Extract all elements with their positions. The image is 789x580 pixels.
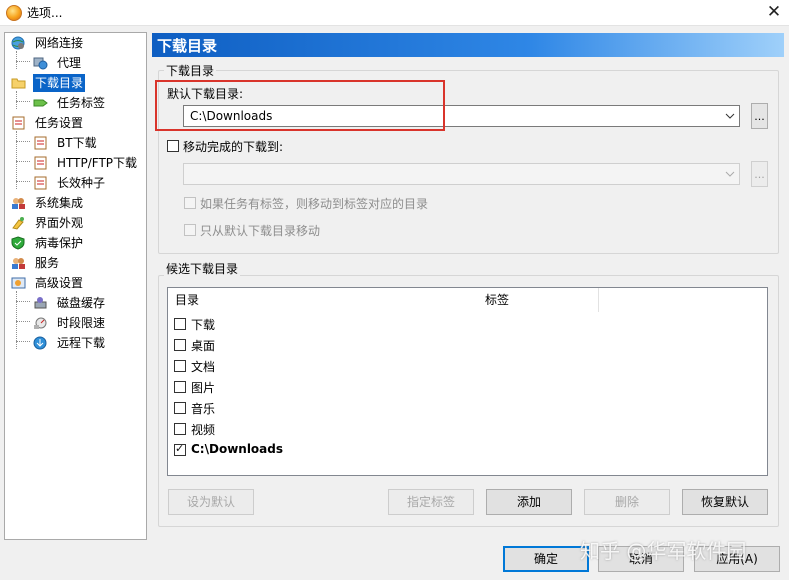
column-header-directory[interactable]: 目录 [168, 288, 480, 312]
row-name: C:\Downloads [191, 442, 284, 456]
remote-download-icon [33, 336, 48, 350]
speed-limit-icon [33, 316, 48, 330]
proxy-globe-icon [33, 56, 48, 70]
row-checkbox[interactable] [174, 402, 186, 414]
move-dir-combo[interactable] [183, 163, 740, 185]
sidebar-item-label: 下载目录 [33, 74, 86, 92]
column-header-tag[interactable]: 标签 [479, 288, 599, 312]
restore-default-button[interactable]: 恢复默认 [682, 489, 768, 515]
sidebar-item-label: 代理 [57, 56, 82, 70]
app-logo-icon [6, 5, 22, 21]
sidebar-item-label: 系统集成 [35, 196, 84, 210]
sidebar-item-label: 长效种子 [57, 176, 106, 190]
set-default-button[interactable]: 设为默认 [168, 489, 254, 515]
browse-move-dir-button[interactable]: ... [751, 161, 768, 187]
close-button[interactable]: ✕ [762, 1, 786, 23]
sidebar-item-label: 服务 [35, 256, 60, 270]
row-checkbox[interactable] [174, 339, 186, 351]
globe-network-icon [11, 36, 26, 50]
row-checkbox[interactable] [174, 423, 186, 435]
users-icon [11, 256, 26, 270]
watermark-text: 知乎 @华军软件园 [580, 539, 747, 563]
sidebar-item-label: 界面外观 [35, 216, 84, 230]
clipboard-icon [33, 156, 48, 170]
delete-button[interactable]: 删除 [584, 489, 670, 515]
default-only-label: 只从默认下载目录移动 [200, 224, 321, 238]
folder-icon [11, 76, 26, 90]
default-only-checkbox[interactable] [184, 224, 196, 236]
row-checkbox[interactable] [174, 360, 186, 372]
move-by-tag-label: 如果任务有标签，则移动到标签对应的目录 [200, 197, 429, 211]
row-name: 文档 [191, 360, 216, 374]
settings-tree[interactable]: 网络连接 代理 下载目录 任务标签 任务设置 BT下载 HTTP/FTP下载 长… [4, 32, 147, 540]
sidebar-item-label: BT下载 [57, 136, 97, 150]
clipboard-icon [33, 176, 48, 190]
window-title: 选项... [27, 6, 63, 20]
ok-button[interactable]: 确定 [503, 546, 589, 572]
add-button[interactable]: 添加 [486, 489, 572, 515]
title-bar: 选项... ✕ [0, 0, 789, 26]
row-name: 视频 [191, 423, 216, 437]
sidebar-item-label: 任务设置 [35, 116, 84, 130]
row-checkbox[interactable] [174, 442, 186, 456]
row-name: 图片 [191, 381, 216, 395]
row-name: 桌面 [191, 339, 216, 353]
move-by-tag-checkbox[interactable] [184, 197, 196, 209]
row-name: 下载 [191, 318, 216, 332]
clipboard-icon [33, 136, 48, 150]
users-icon [11, 196, 26, 210]
move-completed-checkbox[interactable] [167, 140, 179, 152]
advanced-settings-icon [11, 276, 26, 290]
sidebar-item-label: 磁盘缓存 [57, 296, 106, 310]
sidebar-item-label: 远程下载 [57, 336, 106, 350]
page-header: 下载目录 [152, 33, 784, 57]
chevron-down-icon [725, 169, 735, 179]
sidebar-item-label: 病毒保护 [35, 236, 84, 250]
move-completed-label: 移动完成的下载到: [183, 140, 284, 154]
clipboard-settings-icon [11, 116, 26, 130]
row-name: 音乐 [191, 402, 216, 416]
highlight-annotation-box [155, 80, 445, 131]
sidebar-item-label: HTTP/FTP下载 [57, 156, 138, 170]
sidebar-item-label: 高级设置 [35, 276, 84, 290]
paint-icon [11, 216, 26, 230]
candidate-dirs-group-title: 候选下载目录 [164, 260, 241, 277]
tag-icon [33, 96, 48, 110]
row-checkbox[interactable] [174, 318, 186, 330]
chevron-down-icon [725, 111, 735, 121]
page-title: 下载目录 [157, 37, 218, 55]
download-dir-group-title: 下载目录 [164, 62, 217, 79]
sidebar-item-label: 时段限速 [57, 316, 106, 330]
assign-tag-button[interactable]: 指定标签 [388, 489, 474, 515]
sidebar-item-label: 网络连接 [35, 36, 84, 50]
candidate-dirs-list[interactable]: 目录 标签 下载 桌面 文档 图片 音乐 视频 C:\Downloads [167, 287, 768, 476]
row-checkbox[interactable] [174, 381, 186, 393]
shield-icon [11, 236, 26, 250]
disk-cache-icon [33, 296, 48, 310]
sidebar-item-label: 任务标签 [57, 96, 106, 110]
browse-default-dir-button[interactable]: ... [751, 103, 768, 129]
